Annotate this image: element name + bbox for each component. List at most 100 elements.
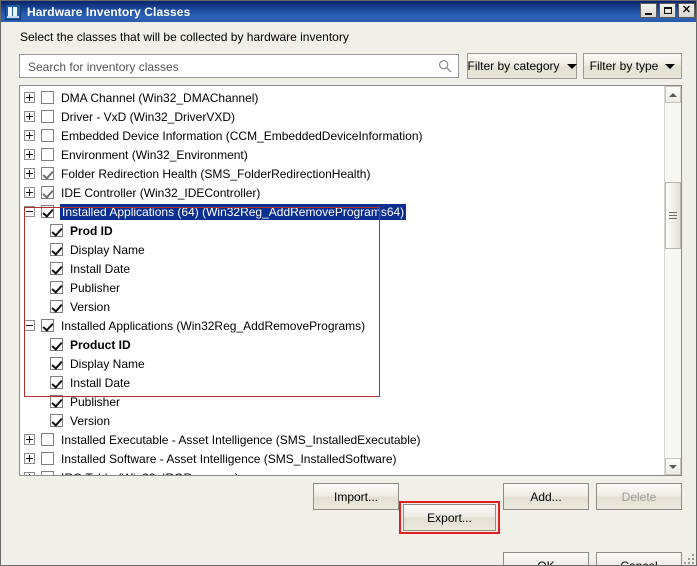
title-bar: Hardware Inventory Classes ✕ (1, 1, 696, 22)
filter-by-type-label: Filter by type (589, 59, 659, 73)
tree-row-label: Display Name (70, 356, 145, 371)
tree-row-label: Environment (Win32_Environment) (61, 147, 248, 162)
tree-row-label: Install Date (70, 375, 131, 390)
class-checkbox[interactable] (41, 452, 54, 465)
class-checkbox[interactable] (41, 167, 54, 180)
expand-icon[interactable] (24, 111, 35, 122)
class-checkbox[interactable] (41, 129, 54, 142)
tree-row[interactable]: Display Name (20, 240, 665, 259)
expand-icon[interactable] (24, 434, 35, 445)
tree-row[interactable]: Version (20, 297, 665, 316)
resize-grip-icon[interactable] (683, 553, 696, 566)
tree-row[interactable]: Installed Executable - Asset Intelligenc… (20, 430, 665, 449)
tree-row[interactable]: Prod ID (20, 221, 665, 240)
tree-row-label: Installed Applications (Win32Reg_AddRemo… (61, 318, 366, 333)
import-button[interactable]: Import... (313, 483, 399, 510)
tree-row[interactable]: IDE Controller (Win32_IDEController) (20, 183, 665, 202)
class-checkbox[interactable] (41, 148, 54, 161)
tree-row-label: Installed Applications (64) (Win32Reg_Ad… (60, 203, 407, 220)
tree-row[interactable]: Installed Applications (Win32Reg_AddRemo… (20, 316, 665, 335)
class-checkbox[interactable] (50, 300, 63, 313)
window-title: Hardware Inventory Classes (27, 4, 191, 19)
tree-row[interactable]: Folder Redirection Health (SMS_FolderRed… (20, 164, 665, 183)
tree-row-label: Display Name (70, 242, 145, 257)
collapse-icon[interactable] (24, 206, 35, 217)
tree-row-label: Product ID (70, 337, 131, 352)
scroll-up-button[interactable] (665, 86, 681, 103)
class-checkbox[interactable] (50, 376, 63, 389)
cancel-button[interactable]: Cancel (596, 552, 682, 565)
tree-row[interactable]: Installed Applications (64) (Win32Reg_Ad… (20, 202, 665, 221)
class-checkbox[interactable] (41, 91, 54, 104)
ok-button[interactable]: OK (503, 552, 589, 565)
filter-by-category-label: Filter by category (467, 59, 560, 73)
class-checkbox[interactable] (41, 110, 54, 123)
tree-row[interactable]: Version (20, 411, 665, 430)
tree-row-label: Publisher (70, 280, 121, 295)
chevron-down-icon (566, 63, 577, 69)
tree-row[interactable]: Driver - VxD (Win32_DriverVXD) (20, 107, 665, 126)
maximize-button[interactable] (659, 3, 676, 18)
vertical-scrollbar[interactable] (664, 86, 681, 475)
minimize-button[interactable] (640, 3, 657, 18)
tree-row-label: Embedded Device Information (CCM_Embedde… (61, 128, 423, 143)
search-input[interactable] (26, 55, 430, 79)
expand-icon[interactable] (24, 168, 35, 179)
arrow-down-icon (669, 464, 677, 469)
close-icon[interactable]: ✕ (678, 3, 695, 18)
class-checkbox[interactable] (41, 186, 54, 199)
expand-icon[interactable] (24, 187, 35, 198)
tree-row[interactable]: Embedded Device Information (CCM_Embedde… (20, 126, 665, 145)
tree-row-label: Installed Executable - Asset Intelligenc… (61, 432, 421, 447)
hardware-inventory-classes-dialog: Hardware Inventory Classes ✕ Select the … (0, 0, 697, 566)
collapse-icon[interactable] (24, 320, 35, 331)
search-box[interactable] (19, 54, 459, 79)
tree-row[interactable]: Product ID (20, 335, 665, 354)
tree-row-label: IDE Controller (Win32_IDEController) (61, 185, 261, 200)
class-checkbox[interactable] (50, 281, 63, 294)
tree-row-label: Prod ID (70, 223, 113, 238)
class-checkbox[interactable] (50, 338, 63, 351)
inventory-classes-list[interactable]: DMA Channel (Win32_DMAChannel) Driver - V… (19, 85, 682, 476)
expand-icon[interactable] (24, 472, 35, 475)
tree-row[interactable]: Publisher (20, 392, 665, 411)
scrollbar-grip-icon (669, 211, 677, 220)
tree-row[interactable]: Install Date (20, 259, 665, 278)
expand-icon[interactable] (24, 149, 35, 160)
filter-by-category-button[interactable]: Filter by category (467, 53, 577, 79)
tree-row[interactable]: Installed Software - Asset Intelligence … (20, 449, 665, 468)
dialog-body: Select the classes that will be collecte… (1, 22, 696, 566)
export-button[interactable]: Export... (403, 504, 496, 531)
class-checkbox[interactable] (50, 243, 63, 256)
tree-row[interactable]: DMA Channel (Win32_DMAChannel) (20, 88, 665, 107)
class-checkbox[interactable] (50, 414, 63, 427)
window-controls: ✕ (640, 3, 695, 18)
class-checkbox[interactable] (50, 224, 63, 237)
tree-row-label: Folder Redirection Health (SMS_FolderRed… (61, 166, 371, 181)
search-icon[interactable] (438, 59, 452, 73)
class-checkbox[interactable] (50, 357, 63, 370)
tree-row[interactable]: Display Name (20, 354, 665, 373)
tree-rows-container: DMA Channel (Win32_DMAChannel) Driver - V… (20, 86, 665, 475)
tree-row[interactable]: Environment (Win32_Environment) (20, 145, 665, 164)
class-checkbox[interactable] (50, 395, 63, 408)
tree-row-label: Driver - VxD (Win32_DriverVXD) (61, 109, 236, 124)
tree-row[interactable]: IRQ Table (Win32_IRQResource) (20, 468, 665, 475)
window-classes-icon (5, 3, 21, 20)
tree-row[interactable]: Install Date (20, 373, 665, 392)
tree-row-label: IRQ Table (Win32_IRQResource) (61, 471, 239, 476)
class-checkbox[interactable] (50, 262, 63, 275)
expand-icon[interactable] (24, 130, 35, 141)
class-checkbox[interactable] (41, 319, 54, 332)
expand-icon[interactable] (24, 92, 35, 103)
class-checkbox[interactable] (41, 433, 54, 446)
filter-by-type-button[interactable]: Filter by type (583, 53, 682, 79)
tree-row[interactable]: Publisher (20, 278, 665, 297)
scroll-down-button[interactable] (665, 458, 681, 475)
arrow-up-icon (669, 92, 677, 97)
scrollbar-thumb[interactable] (665, 182, 681, 249)
class-checkbox[interactable] (41, 471, 54, 475)
class-checkbox[interactable] (41, 205, 54, 218)
expand-icon[interactable] (24, 453, 35, 464)
add-button[interactable]: Add... (503, 483, 589, 510)
